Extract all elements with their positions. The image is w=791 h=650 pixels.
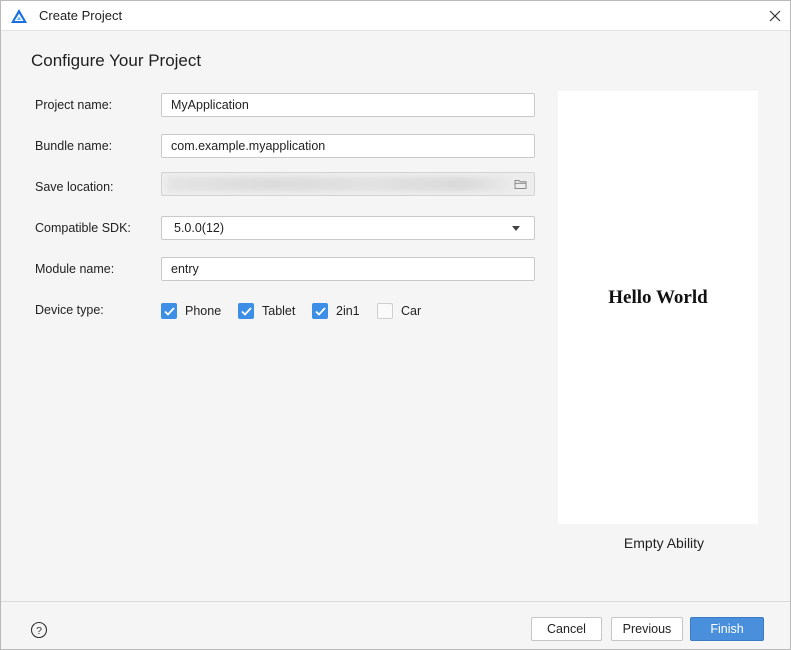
previous-button[interactable]: Previous [611, 617, 683, 641]
footer-divider [1, 601, 790, 602]
bundle-name-input[interactable]: com.example.myapplication [161, 134, 535, 158]
create-project-dialog: Create Project Configure Your Project Pr… [0, 0, 791, 650]
checkmark-icon [240, 306, 252, 316]
finish-button[interactable]: Finish [690, 617, 764, 641]
close-button[interactable] [764, 5, 786, 27]
folder-icon[interactable] [514, 178, 527, 190]
template-name: Empty Ability [623, 535, 705, 551]
device-type-label: Device type: [35, 303, 104, 317]
window-title: Create Project [39, 8, 123, 23]
save-location-label: Save location: [35, 180, 114, 194]
deveco-logo-icon [11, 9, 27, 23]
tablet-checkbox[interactable] [238, 303, 254, 319]
2in1-label: 2in1 [336, 304, 360, 318]
page-heading: Configure Your Project [31, 51, 202, 70]
device-type-tablet[interactable]: Tablet [238, 301, 295, 321]
compatible-sdk-value: 5.0.0(12) [174, 221, 225, 235]
chevron-down-icon [512, 226, 520, 231]
help-icon[interactable]: ? [30, 621, 48, 639]
device-type-phone[interactable]: Phone [161, 301, 221, 321]
project-name-input[interactable]: MyApplication [161, 93, 535, 117]
car-checkbox[interactable] [377, 303, 393, 319]
bundle-name-value: com.example.myapplication [171, 139, 326, 153]
project-name-label: Project name: [35, 98, 113, 112]
compatible-sdk-select[interactable]: 5.0.0(12) [161, 216, 535, 240]
cancel-button[interactable]: Cancel [531, 617, 602, 641]
phone-checkbox[interactable] [161, 303, 177, 319]
module-name-label: Module name: [35, 262, 115, 276]
close-icon [769, 10, 781, 22]
car-label: Car [401, 304, 422, 318]
checkmark-icon [314, 306, 326, 316]
tablet-label: Tablet [262, 304, 296, 318]
save-location-input[interactable] [161, 172, 535, 196]
title-bar: Create Project [1, 1, 790, 31]
device-type-2in1[interactable]: 2in1 [312, 301, 360, 321]
template-preview: Hello World [558, 91, 758, 524]
device-type-car[interactable]: Car [377, 301, 421, 321]
bundle-name-label: Bundle name: [35, 139, 113, 153]
phone-label: Phone [185, 304, 222, 318]
module-name-value: entry [171, 262, 199, 276]
save-location-path-redacted [168, 177, 513, 191]
project-name-value: MyApplication [171, 98, 249, 112]
preview-hello-text: Hello World [608, 287, 708, 308]
2in1-checkbox[interactable] [312, 303, 328, 319]
svg-text:?: ? [36, 625, 42, 637]
checkmark-icon [163, 306, 175, 316]
compatible-sdk-label: Compatible SDK: [35, 221, 131, 235]
module-name-input[interactable]: entry [161, 257, 535, 281]
